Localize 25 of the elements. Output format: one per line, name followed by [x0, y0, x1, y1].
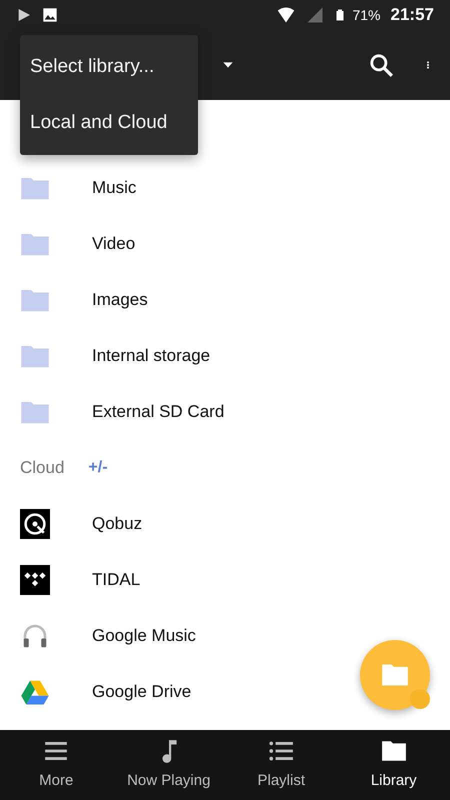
nav-tab[interactable]: Playlist [225, 730, 338, 800]
tidal-logo-icon [20, 565, 50, 595]
menu-item[interactable]: Local and Cloud [20, 95, 198, 151]
nav-tab[interactable]: More [0, 730, 112, 800]
list-item[interactable]: Music [92, 175, 136, 201]
list-item[interactable]: Google Drive [92, 679, 192, 705]
list-item[interactable]: Video [92, 231, 136, 257]
play-icon [16, 7, 32, 23]
list-item[interactable]: External SD Card [92, 399, 224, 425]
nav-tab[interactable]: Library [338, 730, 450, 800]
edit-cloud-link[interactable]: +/- [88, 456, 108, 480]
image-icon [42, 7, 58, 23]
battery-level: 71% [352, 6, 381, 24]
qobuz-logo-icon [20, 509, 50, 539]
section-title: Cloud [20, 457, 64, 480]
clock: 21:57 [390, 4, 434, 26]
search-icon[interactable] [368, 52, 394, 78]
list-item[interactable]: TIDAL [92, 567, 140, 593]
signal-icon [306, 6, 324, 24]
list-item[interactable]: Qobuz [92, 511, 142, 537]
wifi-icon [276, 6, 296, 24]
list-item[interactable]: Google Music [92, 623, 196, 649]
nav-tab[interactable]: Now Playing [112, 730, 225, 800]
list-item[interactable]: Images [92, 287, 148, 313]
list-item[interactable]: Internal storage [92, 343, 210, 369]
